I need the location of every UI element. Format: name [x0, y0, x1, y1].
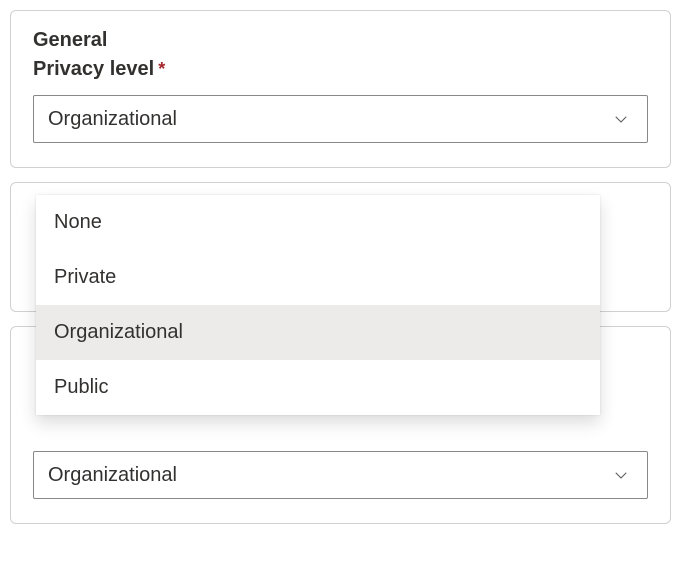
chevron-down-icon — [609, 107, 633, 131]
privacy-level-label: Privacy level * — [33, 58, 648, 81]
privacy-level-select[interactable]: Organizational — [33, 95, 648, 143]
obscured-card: None Private Organizational Public — [10, 182, 671, 312]
general-card: General Privacy level * Organizational — [10, 10, 671, 168]
privacy-level-select-2-value: Organizational — [48, 464, 177, 487]
chevron-down-icon — [609, 463, 633, 487]
card-title: General — [33, 29, 648, 52]
field-label-text: Privacy level — [33, 58, 154, 81]
required-asterisk: * — [158, 59, 165, 80]
dropdown-option-none[interactable]: None — [36, 195, 600, 250]
privacy-level-dropdown-list: None Private Organizational Public — [36, 195, 600, 415]
dropdown-option-private[interactable]: Private — [36, 250, 600, 305]
privacy-level-select-value: Organizational — [48, 108, 177, 131]
dropdown-option-public[interactable]: Public — [36, 360, 600, 415]
privacy-level-select-2[interactable]: Organizational — [33, 451, 648, 499]
dropdown-option-organizational[interactable]: Organizational — [36, 305, 600, 360]
